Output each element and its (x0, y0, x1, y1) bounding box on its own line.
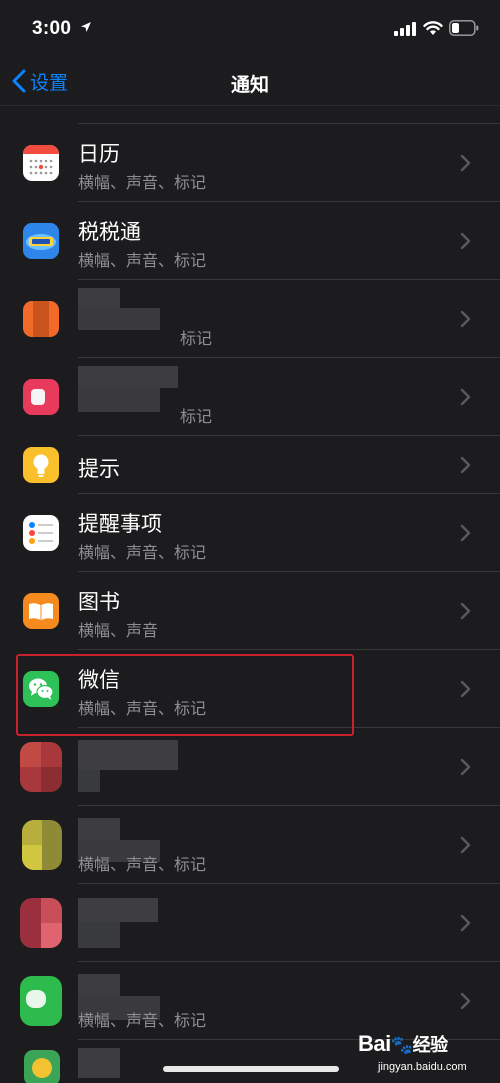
navigation-bar: 设置 通知 (0, 58, 500, 106)
list-item-books[interactable]: 图书 横幅、声音 (0, 572, 500, 650)
blurred-text (78, 288, 120, 308)
app-notification-types: 横幅、声音、标记 (78, 701, 207, 718)
chevron-right-icon (460, 524, 471, 542)
tips-lightbulb-icon (23, 447, 59, 483)
notification-app-list: 日历 横幅、声音、标记 税税通 横幅、声音、标记 标记 标记 提示 提醒事项 横… (0, 107, 500, 1083)
chevron-right-icon (460, 456, 471, 474)
list-item-calendar[interactable]: 日历 横幅、声音、标记 (0, 124, 500, 202)
blurred-text (78, 898, 158, 922)
list-item-blurred-app[interactable] (0, 884, 500, 962)
app-name: 提示 (78, 458, 120, 481)
app-name: 微信 (78, 669, 120, 692)
cellular-signal-icon (394, 22, 416, 36)
calendar-icon (23, 145, 59, 181)
blurred-app-icon (24, 1050, 60, 1083)
blurred-app-icon (20, 976, 62, 1026)
app-name: 日历 (78, 143, 120, 166)
home-indicator[interactable] (163, 1066, 339, 1072)
status-bar: 3:00 (0, 0, 500, 58)
battery-icon (449, 20, 479, 36)
chevron-right-icon (460, 388, 471, 406)
list-item-reminders[interactable]: 提醒事项 横幅、声音、标记 (0, 494, 500, 572)
chevron-right-icon (460, 602, 471, 620)
wifi-icon (423, 21, 443, 35)
list-item-wechat[interactable]: 微信 横幅、声音、标记 (0, 650, 500, 728)
app-name: 图书 (78, 591, 120, 614)
page-title: 通知 (230, 75, 269, 96)
blurred-app-icon (20, 742, 62, 792)
app-notification-types: 横幅、声音 (78, 623, 159, 640)
chevron-right-icon (460, 758, 471, 776)
location-arrow-icon (81, 22, 91, 32)
chevron-right-icon (460, 992, 471, 1010)
list-item-tax-app[interactable]: 税税通 横幅、声音、标记 (0, 202, 500, 280)
list-item-blurred-app[interactable]: 标记 (0, 358, 500, 436)
blurred-text (78, 1048, 120, 1078)
chevron-right-icon (460, 680, 471, 698)
chevron-right-icon (460, 154, 471, 172)
reminders-icon (23, 515, 59, 551)
list-item-blurred-app[interactable]: 横幅、声音、标记 (0, 806, 500, 884)
app-notification-types: 横幅、声音、标记 (78, 175, 207, 192)
list-item-tips[interactable]: 提示 (0, 436, 500, 494)
blurred-text (78, 388, 160, 412)
chevron-right-icon (460, 914, 471, 932)
app-notification-types: 横幅、声音、标记 (78, 253, 207, 270)
watermark-url: jingyan.baidu.com (378, 1061, 467, 1073)
blurred-text (78, 922, 120, 948)
chevron-right-icon (460, 232, 471, 250)
chevron-right-icon (460, 836, 471, 854)
status-time: 3:00 (32, 18, 72, 39)
blurred-text (78, 366, 178, 388)
blurred-text (78, 974, 120, 996)
list-item-blurred-app[interactable] (0, 728, 500, 806)
blurred-text (78, 818, 120, 840)
watermark-logo: Bai🐾经验 (358, 1031, 448, 1056)
blurred-text (78, 770, 100, 792)
chevron-right-icon (460, 310, 471, 328)
app-name: 税税通 (78, 221, 141, 244)
app-notification-types: 横幅、声音、标记 (78, 857, 207, 874)
app-notification-types: 横幅、声音、标记 (78, 545, 207, 562)
list-item-blurred-app[interactable]: 标记 (0, 280, 500, 358)
blurred-app-icon (23, 379, 59, 415)
tax-app-icon (23, 223, 59, 259)
blurred-app-icon (20, 898, 62, 948)
app-name: 提醒事项 (78, 513, 162, 536)
books-icon (23, 593, 59, 629)
blurred-text (78, 740, 178, 770)
app-notification-types: 标记 (180, 409, 213, 426)
wechat-icon (23, 671, 59, 707)
blurred-app-icon (23, 301, 59, 337)
blurred-app-icon (22, 820, 62, 870)
baidu-jingyan-watermark: Bai🐾经验 jingyan.baidu.com (356, 1027, 500, 1083)
app-notification-types: 横幅、声音、标记 (78, 1013, 207, 1030)
app-notification-types: 标记 (180, 331, 213, 348)
blurred-text (78, 308, 160, 330)
